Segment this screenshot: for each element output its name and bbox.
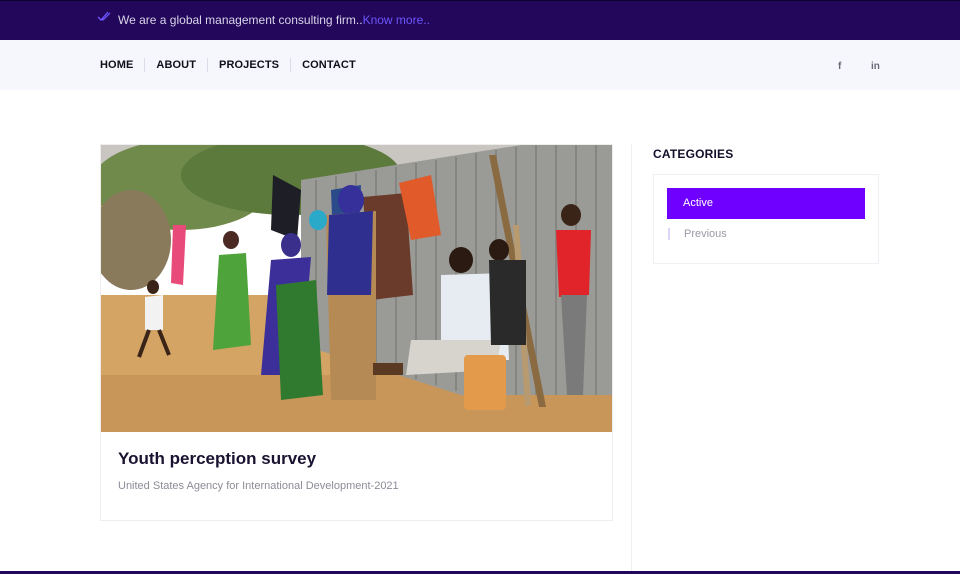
nav-item-contact[interactable]: CONTACT: [302, 59, 356, 71]
nav-item-about[interactable]: ABOUT: [156, 59, 196, 71]
categories-list: Active Previous: [653, 174, 879, 264]
nav-menu: HOME ABOUT PROJECTS CONTACT: [100, 58, 356, 72]
facebook-icon[interactable]: f: [838, 61, 841, 72]
project-card[interactable]: Youth perception survey United States Ag…: [100, 144, 613, 521]
announcement-message: We are a global management consulting fi…: [118, 13, 363, 27]
linkedin-icon[interactable]: in: [871, 61, 880, 72]
categories-heading: CATEGORIES: [653, 147, 734, 161]
announcement-text: We are a global management consulting fi…: [118, 13, 430, 27]
main-navigation: HOME ABOUT PROJECTS CONTACT f in: [0, 40, 960, 90]
nav-item-projects[interactable]: PROJECTS: [219, 59, 279, 71]
project-photo: [101, 145, 612, 432]
know-more-link[interactable]: Know more..: [363, 13, 430, 27]
top-announcement-bar: We are a global management consulting fi…: [0, 0, 960, 40]
nav-divider: [207, 58, 209, 72]
nav-divider: [290, 58, 292, 72]
nav-divider: [144, 58, 146, 72]
sidebar-divider: [631, 144, 632, 572]
project-title[interactable]: Youth perception survey: [118, 449, 316, 469]
project-subtitle: United States Agency for International D…: [118, 480, 399, 492]
double-check-icon: [97, 11, 111, 21]
category-active[interactable]: Active: [667, 188, 865, 219]
nav-item-home[interactable]: HOME: [100, 59, 133, 71]
category-previous[interactable]: Previous: [668, 228, 727, 240]
